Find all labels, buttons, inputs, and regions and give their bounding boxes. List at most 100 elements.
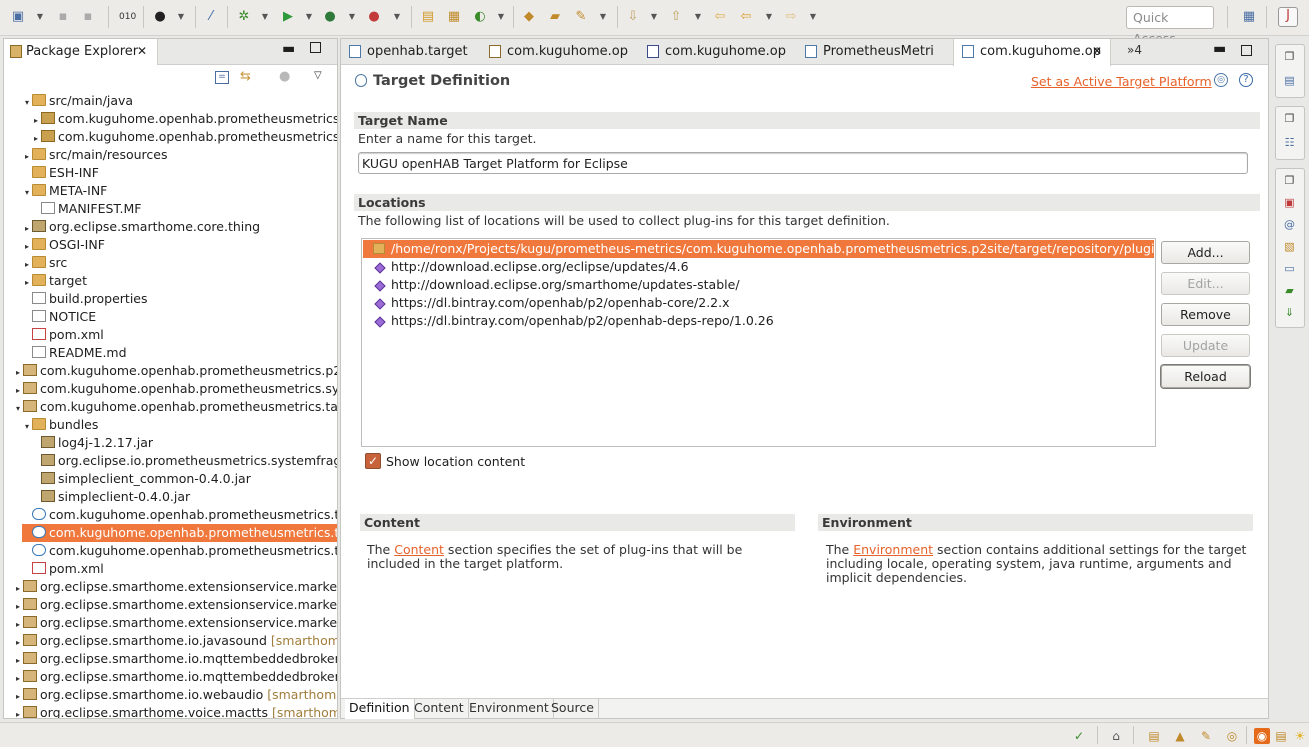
hat-icon[interactable]: ⌂ xyxy=(1108,728,1124,744)
run-dropdown-icon[interactable]: ▼ xyxy=(304,10,314,24)
javadoc-icon[interactable]: @ xyxy=(1282,217,1297,232)
new-java-icon[interactable]: ◐ xyxy=(472,9,488,25)
book-icon[interactable]: ▤ xyxy=(1146,728,1162,744)
tree-item[interactable]: ▸ src xyxy=(22,254,337,272)
collapse-all-icon[interactable]: = xyxy=(215,71,229,84)
show-location-content-label[interactable]: Show location content xyxy=(386,454,525,469)
editor-tab-5[interactable]: com.kuguhome.op ✕ xyxy=(953,39,1111,66)
next-annotation-dropdown-icon[interactable]: ▼ xyxy=(649,10,659,24)
tree-item[interactable]: NOTICE xyxy=(22,308,337,326)
tree-item[interactable]: ▾ src/main/java xyxy=(22,92,337,110)
reload-button[interactable]: Reload xyxy=(1161,365,1250,388)
open-folder-icon[interactable]: ▰ xyxy=(547,9,563,25)
support-icon[interactable]: ◎ xyxy=(1224,728,1240,744)
location-item[interactable]: https://dl.bintray.com/openhab/p2/openha… xyxy=(363,294,1154,312)
tree-item[interactable]: com.kuguhome.openhab.prometheusmetrics.t… xyxy=(22,542,337,560)
environment-link[interactable]: Environment xyxy=(853,542,933,557)
new-dropdown-icon[interactable]: ▼ xyxy=(35,10,45,24)
back-icon[interactable]: ⇦ xyxy=(738,9,754,25)
collapsed-twisty-icon[interactable]: ▸ xyxy=(13,364,23,380)
collapsed-twisty-icon[interactable]: ▸ xyxy=(13,580,23,596)
previous-annotation-icon[interactable]: ⇧ xyxy=(668,9,684,25)
task-status-icon[interactable]: ✓ xyxy=(1071,728,1087,744)
last-edit-icon[interactable]: ⇦ xyxy=(712,9,728,25)
content-link[interactable]: Content xyxy=(394,542,444,557)
tree-item[interactable]: ▸ com.kuguhome.openhab.prometheusmetrics.… xyxy=(31,110,337,128)
remove-button[interactable]: Remove xyxy=(1161,303,1250,326)
collapsed-twisty-icon[interactable]: ▸ xyxy=(22,148,32,164)
download-icon[interactable]: ⇓ xyxy=(1282,305,1297,320)
tree-item[interactable]: pom.xml xyxy=(22,326,337,344)
location-item[interactable]: /home/ronx/Projects/kugu/prometheus-metr… xyxy=(363,240,1154,258)
debug-dropdown-icon[interactable]: ▼ xyxy=(260,10,270,24)
next-annotation-icon[interactable]: ⇩ xyxy=(625,9,641,25)
tree-item[interactable]: ▾ META-INF xyxy=(22,182,337,200)
search-icon[interactable]: ✎ xyxy=(573,9,589,25)
search-dropdown-icon[interactable]: ▼ xyxy=(598,10,608,24)
link-with-editor-icon[interactable]: ⇆ xyxy=(240,69,251,84)
tree-item[interactable]: log4j-1.2.17.jar xyxy=(31,434,337,452)
console-icon[interactable]: ▭ xyxy=(1282,261,1297,276)
debug-icon[interactable]: ✲ xyxy=(236,9,252,25)
editor-maximize-icon[interactable] xyxy=(1241,45,1252,56)
editor-tab-4[interactable]: PrometheusMetri xyxy=(797,39,953,65)
tree-item[interactable]: ▸ org.eclipse.smarthome.extensionservice.… xyxy=(13,578,337,596)
external-tools-dropdown-icon[interactable]: ▼ xyxy=(392,10,402,24)
minimize-icon[interactable]: ▬ xyxy=(282,41,295,57)
expanded-twisty-icon[interactable]: ▾ xyxy=(13,400,23,416)
package-explorer-tab[interactable]: Package Explorer ✕ xyxy=(4,39,158,65)
target-preference-icon[interactable]: ◎ xyxy=(1214,73,1228,87)
skip-breakpoints-icon[interactable]: ⁄ xyxy=(203,9,219,25)
tab-source[interactable]: Source xyxy=(547,699,599,719)
expanded-twisty-icon[interactable]: ▾ xyxy=(22,94,32,110)
locations-list[interactable]: /home/ronx/Projects/kugu/prometheus-metr… xyxy=(361,238,1156,447)
tip-icon[interactable]: ▤ xyxy=(1273,728,1289,744)
tree-item[interactable]: ▸ org.eclipse.smarthome.extensionservice.… xyxy=(13,596,337,614)
back-dropdown-icon[interactable]: ▼ xyxy=(764,10,774,24)
editor-tab-1[interactable]: openhab.target xyxy=(341,39,481,65)
collapsed-twisty-icon[interactable]: ▸ xyxy=(13,382,23,398)
lightbulb-icon[interactable]: ☀ xyxy=(1292,728,1308,744)
collapsed-twisty-icon[interactable]: ▸ xyxy=(31,130,41,146)
collapsed-twisty-icon[interactable]: ▸ xyxy=(13,688,23,704)
coverage-icon[interactable]: ● xyxy=(322,9,338,25)
save-icon[interactable]: ▪ xyxy=(55,9,71,25)
tree-item[interactable]: ▸ org.eclipse.smarthome.io.javasound [sma… xyxy=(13,632,337,650)
collapsed-twisty-icon[interactable]: ▸ xyxy=(22,220,32,236)
run-icon[interactable]: ▶ xyxy=(280,9,296,25)
open-perspective-icon[interactable]: ▦ xyxy=(1241,9,1257,25)
new-java-dropdown-icon[interactable]: ▼ xyxy=(496,10,506,24)
tree-item[interactable]: ▸ com.kuguhome.openhab.prometheusmetrics.… xyxy=(13,380,337,398)
collapsed-twisty-icon[interactable]: ▸ xyxy=(13,616,23,632)
location-item[interactable]: http://download.eclipse.org/eclipse/upda… xyxy=(363,258,1154,276)
profile-dropdown-icon[interactable]: ▼ xyxy=(176,10,186,24)
binary-icon[interactable]: 010 xyxy=(119,9,136,25)
forward-dropdown-icon[interactable]: ▼ xyxy=(808,10,818,24)
tree-item[interactable]: ▸ org.eclipse.smarthome.core.thing xyxy=(22,218,337,236)
tree-item[interactable]: pom.xml xyxy=(22,560,337,578)
profile-icon[interactable]: ● xyxy=(152,9,168,25)
tree-item[interactable]: build.properties xyxy=(22,290,337,308)
location-item[interactable]: http://download.eclipse.org/smarthome/up… xyxy=(363,276,1154,294)
add-button[interactable]: Add... xyxy=(1161,241,1250,264)
tree-item[interactable]: MANIFEST.MF xyxy=(31,200,337,218)
forward-icon[interactable]: ⇨ xyxy=(783,9,799,25)
tree-item[interactable]: README.md xyxy=(22,344,337,362)
tree-item[interactable]: ▸ org.eclipse.smarthome.extensionservice.… xyxy=(13,614,337,632)
focus-icon[interactable]: ● xyxy=(279,69,290,84)
progress-icon[interactable]: ▰ xyxy=(1282,283,1297,298)
close-tab-icon[interactable]: ✕ xyxy=(1092,39,1102,64)
cap-icon[interactable]: ▲ xyxy=(1172,728,1188,744)
tree-item[interactable]: ▸ org.eclipse.smarthome.io.mqttembeddedbr… xyxy=(13,668,337,686)
tab-definition[interactable]: Definition xyxy=(345,699,415,719)
tree-item[interactable]: ▸ OSGI-INF xyxy=(22,236,337,254)
collapsed-twisty-icon[interactable]: ▸ xyxy=(13,598,23,614)
hierarchy-icon[interactable]: ☷ xyxy=(1282,135,1297,150)
tree-item[interactable]: ▸ org.eclipse.smarthome.io.mqttembeddedbr… xyxy=(13,650,337,668)
editor-tab-2[interactable]: com.kuguhome.op xyxy=(481,39,639,65)
wand-icon[interactable]: ✎ xyxy=(1198,728,1214,744)
tree-item[interactable]: com.kuguhome.openhab.prometheusmetrics.t… xyxy=(22,524,337,542)
collapsed-twisty-icon[interactable]: ▸ xyxy=(13,706,23,718)
maximize-icon[interactable] xyxy=(310,42,321,53)
restore-icon[interactable]: ❐ xyxy=(1282,49,1297,64)
